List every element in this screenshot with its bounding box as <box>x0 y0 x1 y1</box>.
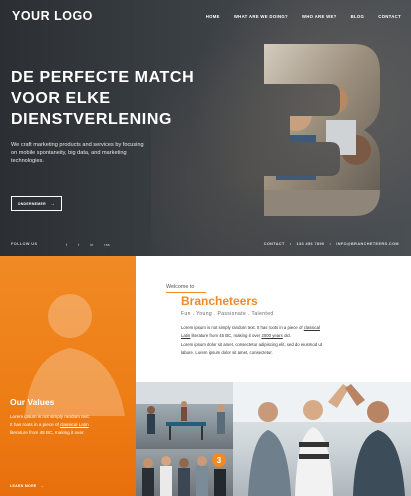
welcome-to-label: Welcome to <box>166 284 195 290</box>
classical-link[interactable]: classical <box>304 325 320 330</box>
our-values-panel: Our Values Lorem ipsum is not simply ran… <box>0 256 136 496</box>
values-text-segment: It has roots in a piece of <box>10 422 61 427</box>
office-pingpong-photo <box>136 382 233 449</box>
linkedin-icon[interactable]: in <box>90 242 93 247</box>
hero-section: YOUR LOGO HOME WHAT ARE WE DOING? WHO AR… <box>0 0 411 256</box>
values-text: Lorem ipsum is not simply random text. I… <box>10 413 120 437</box>
values-background-person <box>25 294 125 416</box>
arrow-right-icon: → <box>49 200 56 207</box>
welcome-text-line: labore. Lorem ipsum dolor sit amet, cons… <box>181 350 273 356</box>
welcome-text-line: Latin literature from 45 BC, making it o… <box>181 332 351 340</box>
phone-number[interactable]: 133 456 7890 <box>297 242 325 246</box>
latin-link[interactable]: Latin <box>181 333 190 338</box>
hero-title: DE PERFECTE MATCH VOOR ELKE DIENSTVERLEN… <box>11 69 195 128</box>
welcome-text-segment: literature from 45 BC, making it over <box>190 333 262 339</box>
logo[interactable]: YOUR LOGO <box>12 9 93 23</box>
values-text-line: literature from 45 BC, making it over. <box>10 430 85 435</box>
welcome-text-segment: Lorem ipsum is not simply random text. I… <box>181 325 304 330</box>
learn-more-link[interactable]: LEARN MORE → <box>10 484 44 488</box>
contact-info: CONTACT • 133 456 7890 • INFO@BRANCHETEE… <box>264 242 399 246</box>
welcome-text-line: Lorem ipsum is not simply random text. I… <box>181 324 351 332</box>
twitter-icon[interactable]: t <box>78 242 79 247</box>
high-five-photo <box>233 382 411 496</box>
nav-contact[interactable]: CONTACT <box>378 14 401 19</box>
values-title: Our Values <box>10 397 55 407</box>
facebook-icon[interactable]: f <box>66 242 67 247</box>
follow-us-label: FOLLOW US <box>11 242 38 246</box>
brand-name: Brancheteers <box>181 294 258 308</box>
arrow-right-icon: → <box>40 484 45 488</box>
separator: • <box>289 242 292 246</box>
ondernemer-button[interactable]: ONDERNEMER → <box>11 196 62 211</box>
photo-illustration <box>136 382 233 440</box>
contact-label: CONTACT <box>263 242 285 246</box>
hero-intro: We craft marketing products and services… <box>11 142 144 164</box>
brand-tagline: Fun . Young . Passionate . Talented <box>181 311 274 317</box>
welcome-text-segment: old. <box>282 333 291 339</box>
photo-illustration <box>233 382 411 496</box>
values-text-line: Lorem ipsum is not simply random text. <box>10 414 90 419</box>
hero-footer-bar: FOLLOW US f t in rss CONTACT • 133 456 7… <box>0 238 411 250</box>
separator: • <box>329 242 332 246</box>
nav-blog[interactable]: BLOG <box>351 14 365 19</box>
rss-icon[interactable]: rss <box>104 242 109 247</box>
nav-what-are-we-doing[interactable]: WHAT ARE WE DOING? <box>234 14 288 19</box>
welcome-section: Welcome to Brancheteers Fun . Young . Pa… <box>136 256 411 382</box>
three-badge: 3 <box>212 453 226 467</box>
main-nav: HOME WHAT ARE WE DOING? WHO ARE WE? BLOG… <box>206 14 401 19</box>
learn-more-label: LEARN MORE <box>10 484 37 488</box>
ondernemer-button-label: ONDERNEMER <box>17 201 46 206</box>
social-links: f t in rss <box>66 242 110 247</box>
nav-home[interactable]: HOME <box>206 14 220 19</box>
welcome-text: Lorem ipsum is not simply random text. I… <box>181 324 351 358</box>
2000-years-link[interactable]: 2000 years <box>262 333 283 338</box>
values-text-line: It has roots in a piece of classical Lat… <box>10 421 120 429</box>
big-three-photo-graphic <box>264 44 380 216</box>
classical-latin-link[interactable]: classical Latin <box>60 422 89 427</box>
welcome-text-line: Lorem ipsum dolor sit amet, consectetur … <box>181 341 322 347</box>
nav-who-are-we[interactable]: WHO ARE WE? <box>302 14 337 19</box>
email-address[interactable]: INFO@BRANCHETEERS.COM <box>336 242 399 246</box>
